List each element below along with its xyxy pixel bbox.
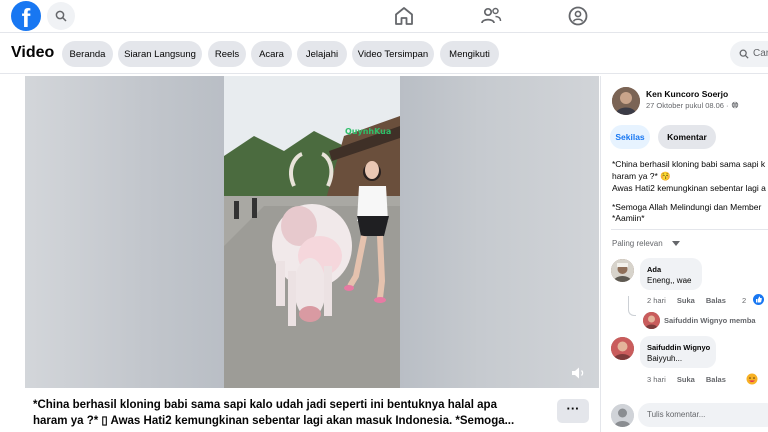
video-player[interactable]: QuynhKua	[25, 76, 599, 388]
reply-thread-line	[628, 296, 636, 316]
comment-author[interactable]: Ada	[647, 265, 661, 274]
pill-siaran-langsung[interactable]: Siaran Langsung	[118, 41, 202, 67]
comment-reply-button[interactable]: Balas	[706, 375, 726, 384]
globe-icon	[731, 101, 738, 109]
care-reaction-icon	[746, 373, 758, 385]
video-still-image	[224, 76, 400, 388]
pill-jelajahi[interactable]: Jelajahi	[297, 41, 347, 67]
comment-text: Baiyyuh...	[647, 354, 683, 363]
view-reply-link[interactable]: Saifuddin Wignyo memba	[664, 316, 756, 325]
facebook-logo[interactable]: f	[11, 1, 41, 31]
sort-comments-dropdown[interactable]: Paling relevan	[612, 239, 663, 248]
video-frame: QuynhKua	[224, 76, 400, 388]
friends-icon[interactable]	[479, 4, 503, 28]
search-icon	[55, 10, 67, 22]
commenter-avatar[interactable]	[611, 259, 634, 282]
comment-reply-button[interactable]: Balas	[706, 296, 726, 305]
video-search-input[interactable]: Car	[730, 41, 768, 67]
comment-meta: 3 hari Suka Balas	[647, 375, 726, 384]
tab-komentar[interactable]: Komentar	[658, 125, 716, 149]
tab-sekilas[interactable]: Sekilas	[610, 125, 650, 149]
video-blur-left	[25, 76, 225, 388]
video-caption: *China berhasil kloning babi sama sapi k…	[33, 397, 538, 429]
more-options-button[interactable]: ···	[557, 399, 589, 423]
chevron-down-icon[interactable]	[672, 241, 680, 246]
comment-time[interactable]: 2 hari	[647, 296, 666, 305]
pill-beranda[interactable]: Beranda	[62, 41, 113, 67]
post-author[interactable]: Ken Kuncoro Soerjo	[646, 89, 728, 99]
comment-meta: 2 hari Suka Balas 2	[647, 296, 746, 305]
pill-reels[interactable]: Reels	[208, 41, 246, 67]
post-desc-line-1: *China berhasil kloning babi sama sapi k	[612, 159, 766, 169]
author-avatar[interactable]	[612, 87, 640, 115]
video-blur-right	[400, 76, 599, 388]
reply-avatar-image	[643, 312, 660, 329]
post-date[interactable]: 27 Oktober pukul 08.06 ·	[646, 101, 739, 110]
like-reaction-icon	[753, 294, 764, 305]
pill-mengikuti[interactable]: Mengikuti	[440, 41, 499, 67]
post-desc-line-5: *Aamiin*	[612, 213, 645, 223]
comment-author[interactable]: Saifuddin Wignyo	[647, 343, 710, 352]
page-title: Video	[11, 44, 55, 61]
comment-input-placeholder: Tulis komentar...	[647, 410, 706, 419]
groups-icon[interactable]	[566, 4, 590, 28]
home-icon[interactable]	[392, 4, 416, 28]
search-icon	[739, 49, 749, 59]
top-navigation-bar: f	[0, 0, 768, 33]
commenter-avatar-image	[611, 337, 634, 360]
commenter-avatar[interactable]	[611, 337, 634, 360]
post-desc-line-2: haram ya ?* 😚	[612, 171, 671, 181]
comment-input[interactable]: Tulis komentar...	[638, 403, 768, 427]
caption-line-1: *China berhasil kloning babi sama sapi k…	[33, 399, 497, 411]
author-avatar-image	[612, 87, 640, 115]
comment-bubble	[640, 258, 702, 290]
video-watermark: QuynhKua	[345, 127, 392, 136]
comment-text: Eneng,, wae	[647, 276, 692, 285]
current-user-avatar[interactable]	[611, 404, 634, 427]
comment-like-button[interactable]: Suka	[677, 296, 695, 305]
commenter-avatar-image	[611, 259, 634, 282]
post-desc-line-4: *Semoga Allah Melindungi dan Member	[612, 202, 762, 212]
pill-acara[interactable]: Acara	[251, 41, 292, 67]
post-date-text: 27 Oktober pukul 08.06 ·	[646, 101, 729, 110]
comment-like-button[interactable]: Suka	[677, 375, 695, 384]
reply-avatar[interactable]	[643, 312, 660, 329]
search-label: Car	[753, 48, 768, 59]
comment-bubble	[640, 336, 716, 368]
pill-video-tersimpan[interactable]: Video Tersimpan	[352, 41, 434, 67]
search-button[interactable]	[47, 2, 75, 30]
volume-icon[interactable]	[571, 366, 587, 380]
reaction-count[interactable]: 2	[742, 296, 746, 305]
caption-line-2: haram ya ?* ▯ Awas Hati2 kemungkinan seb…	[33, 415, 515, 427]
divider	[611, 229, 768, 230]
user-icon	[611, 404, 634, 427]
post-desc-line-3: Awas Hati2 kemungkinan sebentar lagi a	[612, 183, 766, 193]
video-subnav: Video Beranda Siaran Langsung Reels Acar…	[0, 34, 768, 74]
comment-time[interactable]: 3 hari	[647, 375, 666, 384]
